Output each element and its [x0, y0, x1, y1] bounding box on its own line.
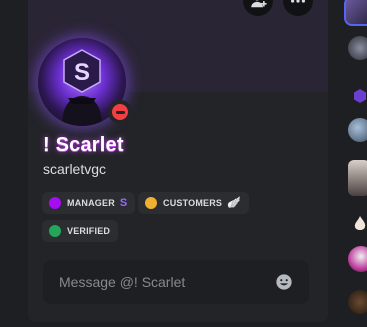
- member-avatar[interactable]: [344, 0, 367, 26]
- role-badge-icon: S: [119, 196, 128, 209]
- role-customers[interactable]: CUSTOMERS 🪽: [138, 192, 250, 214]
- member-avatar[interactable]: [348, 36, 367, 60]
- role-color-dot: [49, 197, 61, 209]
- svg-text:S: S: [74, 59, 90, 86]
- message-input[interactable]: Message @! Scarlet: [43, 260, 309, 304]
- member-avatar[interactable]: [348, 160, 367, 196]
- message-placeholder: Message @! Scarlet: [59, 274, 186, 290]
- member-avatar[interactable]: [348, 246, 367, 272]
- logo-icon: [354, 89, 366, 103]
- avatar-container[interactable]: S: [38, 38, 132, 128]
- add-friend-icon: [251, 0, 267, 8]
- user-profile-popout: S ! Scarlet scarletvgc MANAGER S CUSTOME…: [28, 0, 328, 322]
- username: scarletvgc: [43, 161, 107, 177]
- status-indicator: [108, 100, 132, 124]
- role-verified[interactable]: VERIFIED: [42, 220, 119, 242]
- role-color-dot: [49, 225, 61, 237]
- role-color-dot: [145, 197, 157, 209]
- more-options-icon: [290, 0, 306, 3]
- emoji-smile-icon[interactable]: [275, 273, 293, 291]
- display-name: ! Scarlet: [43, 134, 124, 156]
- flame-icon: [354, 216, 366, 230]
- member-avatar[interactable]: [348, 84, 367, 108]
- member-avatar[interactable]: [348, 290, 367, 314]
- wing-badge-icon: 🪽: [227, 196, 242, 209]
- role-label: CUSTOMERS: [163, 198, 223, 208]
- role-label: MANAGER: [67, 198, 115, 208]
- member-avatar[interactable]: [348, 118, 367, 142]
- do-not-disturb-icon: [112, 104, 128, 120]
- role-label: VERIFIED: [67, 226, 111, 236]
- member-list-strip: [338, 0, 367, 327]
- role-manager[interactable]: MANAGER S: [42, 192, 136, 214]
- member-avatar[interactable]: [348, 212, 367, 236]
